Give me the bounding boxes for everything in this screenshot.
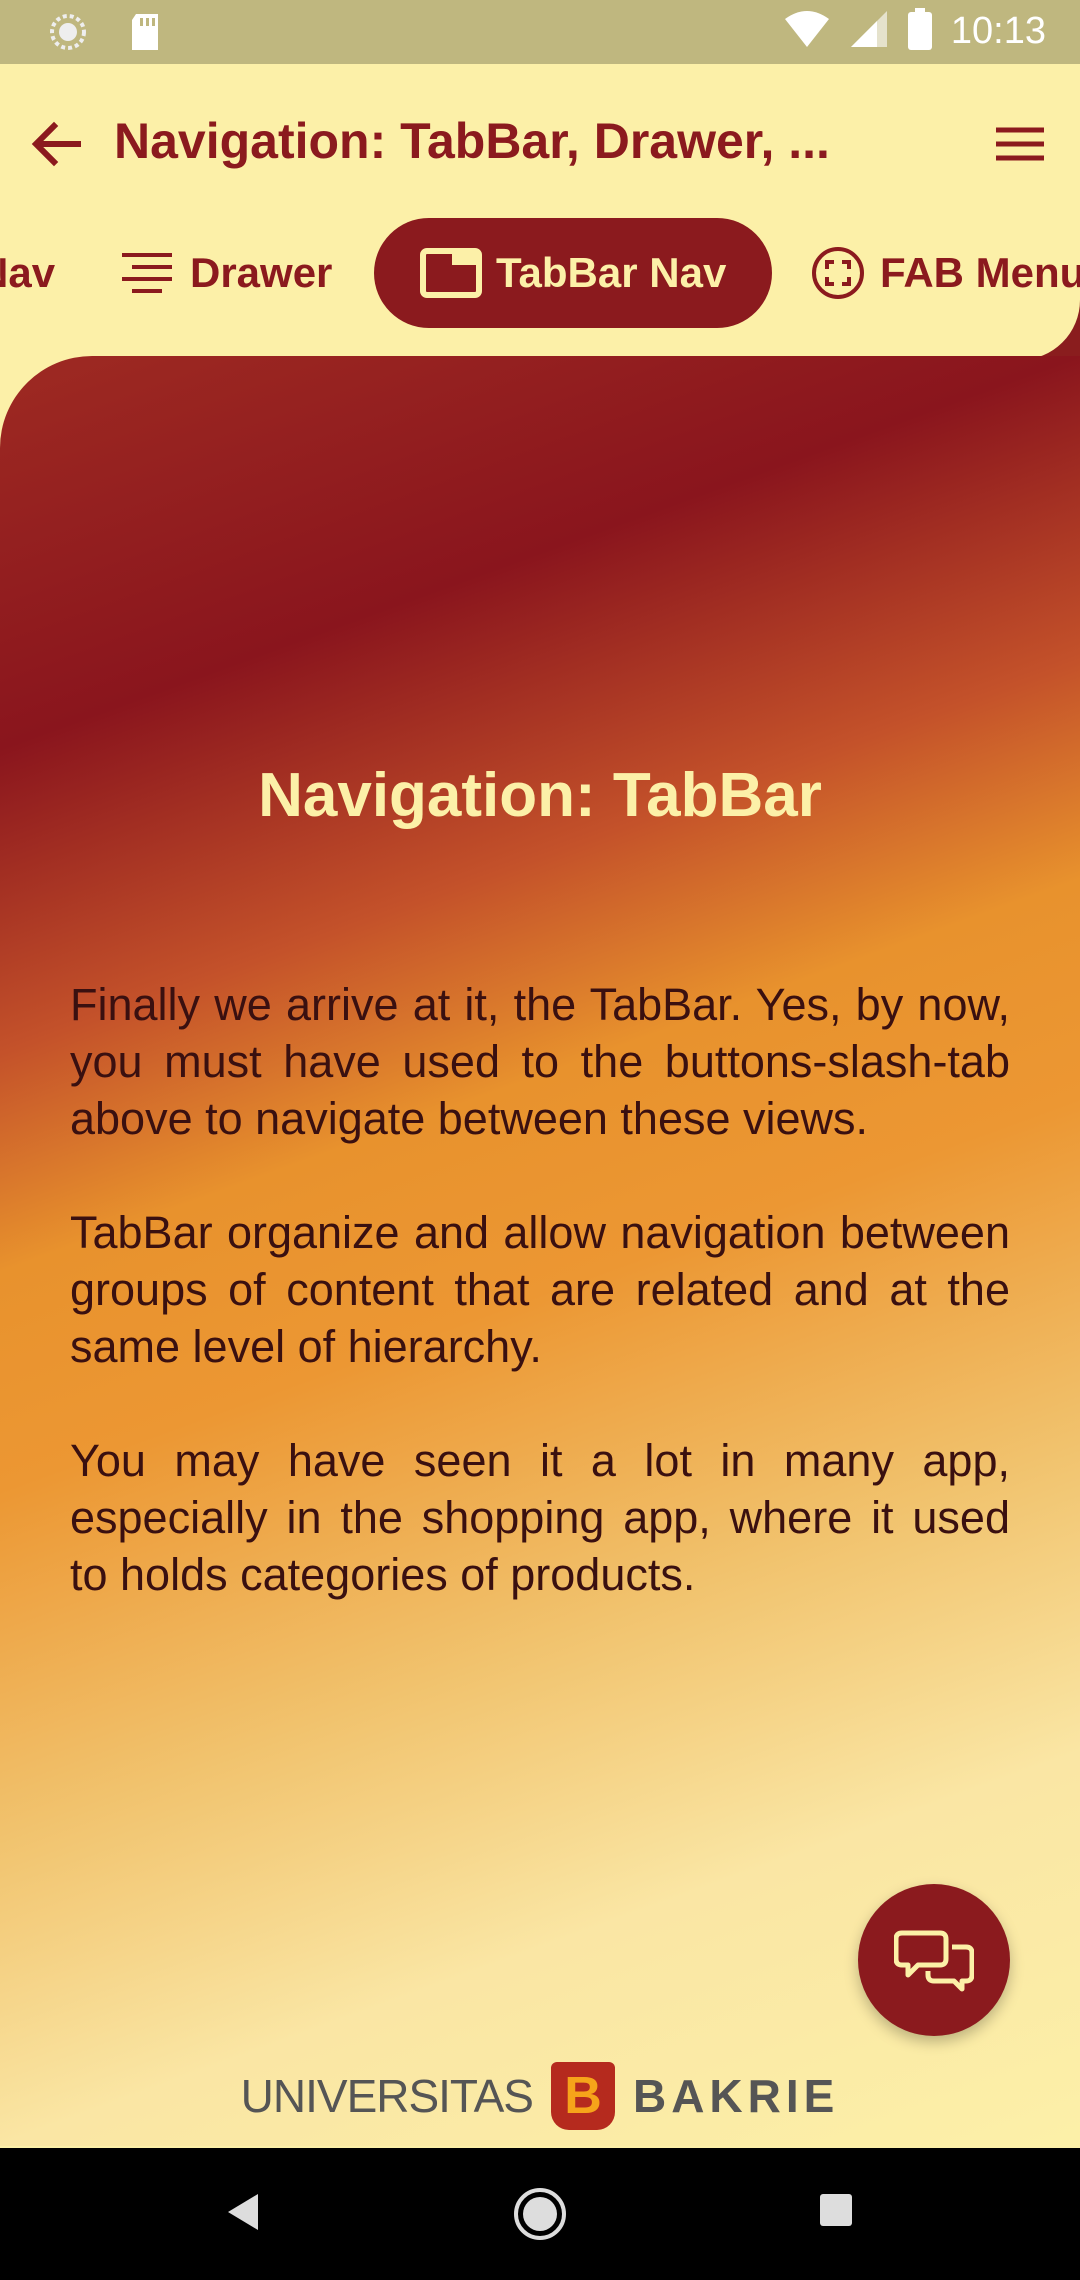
drawer-lines-icon [122, 253, 172, 293]
sync-status-icon [48, 12, 88, 57]
back-button[interactable] [26, 114, 86, 174]
square-recents-icon [820, 2194, 852, 2226]
paragraph: You may have seen it a lot in many app, … [70, 1435, 1010, 1600]
tab-drawer[interactable]: Drawer [118, 218, 332, 328]
nav-home-button[interactable] [512, 2186, 568, 2247]
sd-card-icon [128, 12, 162, 57]
paragraph: TabBar organize and allow navigation bet… [70, 1207, 1010, 1372]
logo-text-bakrie: BAKRIE [632, 2070, 840, 2122]
tab-nav-label: Nav [0, 249, 56, 296]
nav-back-button[interactable] [222, 2190, 262, 2239]
wifi-icon [783, 9, 831, 54]
section-title: Navigation: TabBar [258, 761, 822, 830]
logo-mark: B [550, 2062, 615, 2130]
tab-window-icon [420, 248, 482, 298]
battery-icon [907, 8, 933, 55]
hamburger-menu-icon [996, 127, 1044, 161]
tab-tabbar-nav-label: TabBar Nav [496, 249, 727, 296]
fab-focus-icon [812, 247, 864, 299]
app-bar: Navigation: TabBar, Drawer, ... [0, 64, 1080, 224]
page-title: Navigation: TabBar, Drawer, ... [114, 113, 830, 169]
cell-signal-icon [849, 9, 889, 54]
triangle-back-icon [228, 2194, 258, 2230]
tab-bar: Nav Drawer TabBar Nav FAB Menu [0, 218, 1080, 328]
tab-nav[interactable]: Nav [0, 218, 55, 328]
status-time: 10:13 [950, 10, 1046, 52]
university-logo: UNIVERSITAS B BAKRIE [0, 2056, 1080, 2136]
arrow-back-icon [31, 121, 81, 167]
circle-home-icon [514, 2188, 566, 2240]
status-bar: 10:13 [0, 0, 1080, 64]
chat-fab-button[interactable] [858, 1884, 1010, 2036]
system-nav-bar [0, 2148, 1080, 2280]
tab-fab-menu-label: FAB Menu [880, 249, 1080, 296]
chat-bubbles-icon [894, 1930, 974, 1992]
tab-tabbar-nav[interactable]: TabBar Nav [374, 218, 773, 328]
tab-drawer-label: Drawer [190, 249, 333, 296]
logo-text-universitas: UNIVERSITAS [240, 2070, 534, 2122]
body-text: Finally we arrive at it, the TabBar. Yes… [70, 976, 1010, 1660]
paragraph: Finally we arrive at it, the TabBar. Yes… [70, 979, 1010, 1144]
menu-button[interactable] [990, 114, 1050, 174]
nav-recents-button[interactable] [818, 2192, 854, 2233]
